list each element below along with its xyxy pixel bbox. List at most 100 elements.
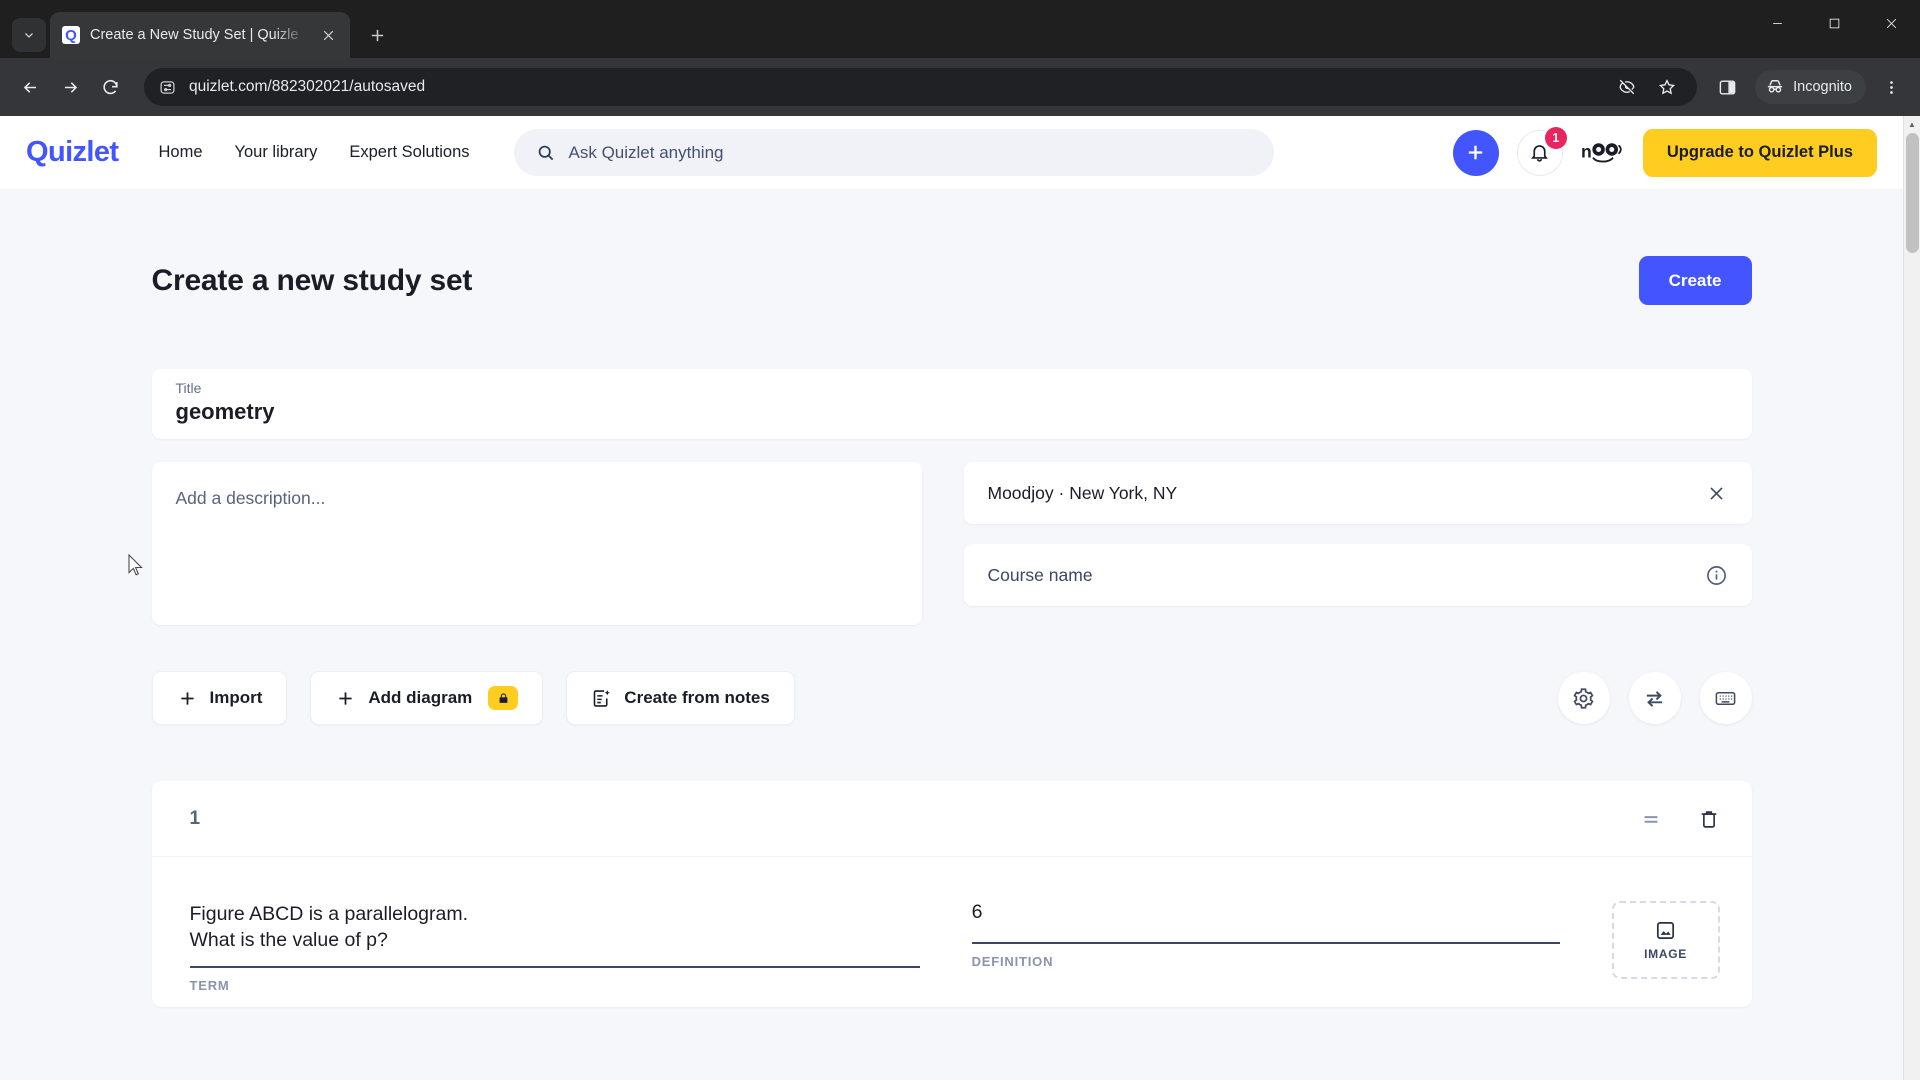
window-controls — [1749, 0, 1920, 46]
add-image-button[interactable]: IMAGE — [1611, 901, 1720, 979]
search-placeholder: Ask Quizlet anything — [568, 142, 724, 162]
search-icon — [538, 145, 553, 161]
definition-input[interactable]: 6 — [972, 901, 1560, 924]
notifications-button[interactable]: 1 — [1516, 126, 1567, 176]
user-avatar-icon: n — [1581, 142, 1622, 163]
nav-item-your-library[interactable]: Your library — [235, 143, 318, 162]
title-field-value: geometry — [175, 399, 275, 424]
page-title: Create a new study set — [151, 263, 473, 297]
page-viewport: Quizlet Home Your library Expert Solutio… — [0, 116, 1920, 1080]
main-content: Create a new study set Create Title geom… — [0, 189, 1903, 1007]
swap-arrows-icon — [1646, 690, 1663, 707]
import-label: Import — [209, 688, 263, 707]
title-field-label: Title — [175, 380, 202, 396]
header-actions: 1 n Upgrade to Quizlet Plus — [1452, 126, 1877, 177]
bookmark-button[interactable] — [1649, 69, 1685, 105]
school-value: Moodjoy · New York, NY — [987, 482, 1178, 503]
plus-icon — [371, 29, 383, 41]
close-window-button[interactable] — [1863, 0, 1920, 46]
definition-input-column: 6 DEFINITION — [971, 901, 1560, 969]
close-icon — [1710, 486, 1723, 500]
browser-menu-button[interactable] — [1874, 70, 1908, 104]
swap-terms-button[interactable] — [1628, 672, 1681, 724]
term-card: 1 Figure ABCD is a parallelogram. What i… — [151, 781, 1752, 1007]
create-button[interactable] — [1452, 129, 1499, 176]
side-panel-button[interactable] — [1709, 69, 1745, 105]
address-bar[interactable]: quizlet.com/882302021/autosaved — [144, 68, 1698, 106]
chevron-down-icon — [25, 33, 33, 38]
quizlet-logo[interactable]: Quizlet — [26, 136, 119, 169]
star-icon — [1659, 79, 1676, 95]
nav-item-home[interactable]: Home — [158, 143, 202, 162]
new-tab-button[interactable] — [360, 18, 394, 52]
info-icon — [1707, 565, 1726, 585]
upgrade-button[interactable]: Upgrade to Quizlet Plus — [1642, 128, 1877, 177]
close-icon — [1886, 18, 1897, 28]
page-scrollbar[interactable]: ▲ — [1903, 116, 1920, 1080]
description-field[interactable]: Add a description... — [151, 462, 922, 625]
search-input[interactable]: Ask Quizlet anything — [513, 129, 1274, 176]
eye-off-icon — [1619, 79, 1635, 95]
tracking-protection-button[interactable] — [1609, 69, 1645, 105]
scroll-up-arrow[interactable]: ▲ — [1904, 116, 1920, 133]
import-button[interactable]: Import — [151, 671, 288, 725]
plus-icon — [180, 691, 194, 705]
incognito-label: Incognito — [1793, 79, 1852, 95]
close-icon — [323, 30, 333, 40]
forward-button[interactable] — [52, 69, 88, 105]
maximize-icon — [1829, 18, 1840, 28]
add-image-label: IMAGE — [1644, 947, 1687, 961]
add-diagram-button[interactable]: Add diagram — [310, 671, 544, 725]
delete-term-button[interactable] — [1698, 808, 1720, 830]
minimize-button[interactable] — [1749, 0, 1806, 46]
incognito-indicator[interactable]: Incognito — [1755, 70, 1866, 104]
term-card-header: 1 — [151, 781, 1752, 857]
image-icon — [1657, 921, 1675, 940]
close-tab-button[interactable] — [318, 25, 338, 45]
quizlet-favicon: Q — [62, 26, 80, 44]
keyboard-shortcuts-button[interactable] — [1699, 672, 1752, 724]
term-input-column: Figure ABCD is a parallelogram. What is … — [189, 901, 920, 993]
incognito-icon — [1768, 80, 1783, 93]
description-placeholder: Add a description... — [175, 488, 326, 508]
side-panel-icon — [1719, 79, 1735, 95]
create-set-button[interactable]: Create — [1638, 256, 1752, 305]
drag-handle-icon — [1644, 815, 1657, 823]
scrollbar-thumb[interactable] — [1906, 133, 1919, 253]
add-diagram-label: Add diagram — [368, 688, 473, 707]
browser-tab[interactable]: Q Create a New Study Set | Quizle — [50, 12, 350, 58]
definition-underline — [971, 942, 1560, 944]
term-card-number: 1 — [189, 807, 201, 829]
forward-arrow-icon — [64, 81, 77, 93]
back-button[interactable] — [12, 69, 48, 105]
tab-search-button[interactable] — [12, 18, 46, 52]
mouse-cursor — [128, 554, 143, 576]
lock-icon — [499, 692, 508, 703]
term-input[interactable]: Figure ABCD is a parallelogram. What is … — [190, 901, 920, 954]
term-card-body: Figure ABCD is a parallelogram. What is … — [152, 857, 1752, 1007]
site-info-button[interactable] — [156, 76, 178, 98]
keyboard-icon — [1715, 691, 1736, 705]
minimize-icon — [1773, 22, 1782, 24]
course-field[interactable]: Course name — [963, 544, 1752, 606]
settings-button[interactable] — [1557, 672, 1610, 724]
plus-icon — [1469, 145, 1483, 160]
gear-icon — [1573, 687, 1594, 709]
nav-item-expert-solutions[interactable]: Expert Solutions — [349, 143, 469, 162]
notification-count-badge: 1 — [1544, 126, 1567, 149]
create-from-notes-label: Create from notes — [624, 688, 770, 707]
browser-toolbar: quizlet.com/882302021/autosaved Incognit… — [0, 58, 1920, 116]
tab-strip: Q Create a New Study Set | Quizle — [0, 0, 1920, 58]
drag-handle[interactable] — [1640, 808, 1662, 830]
course-info-button[interactable] — [1704, 562, 1730, 588]
avatar[interactable]: n — [1581, 131, 1625, 175]
clear-school-button[interactable] — [1704, 480, 1730, 506]
title-field[interactable]: Title geometry — [151, 369, 1752, 439]
diagram-plus-badge — [488, 686, 519, 710]
term-underline — [189, 965, 920, 968]
maximize-button[interactable] — [1806, 0, 1863, 46]
notes-sparkle-icon — [594, 689, 611, 707]
reload-button[interactable] — [92, 69, 128, 105]
create-from-notes-button[interactable]: Create from notes — [566, 671, 795, 725]
school-field[interactable]: Moodjoy · New York, NY — [963, 462, 1752, 524]
